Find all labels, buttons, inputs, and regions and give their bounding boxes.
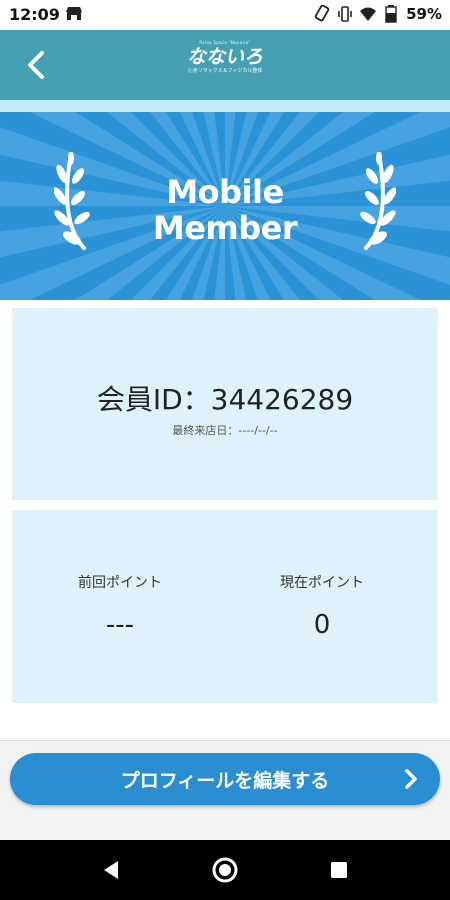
edit-profile-button[interactable]: プロフィールを編集する (10, 753, 440, 805)
status-time: 12:09 (9, 5, 60, 24)
logo-main-text: なないろ (186, 46, 263, 68)
battery-icon (385, 5, 397, 23)
previous-points-label: 前回ポイント (78, 575, 162, 591)
member-id-value: 34426289 (210, 383, 354, 416)
chevron-left-icon (28, 51, 44, 79)
store-icon (66, 7, 82, 20)
banner-title: Mobile Member (0, 174, 450, 246)
member-id-label: 会員ID： (96, 383, 211, 416)
app-logo: Relax Space "Nanairo" なないろ 心身リラックス＆フィジカル… (170, 40, 280, 90)
last-visit-label: 最終来店日： (172, 424, 239, 437)
wifi-icon (360, 7, 377, 21)
current-points-value: 0 (313, 610, 331, 640)
last-visit-row: 最終来店日：----/--/-- (12, 422, 438, 438)
battery-percent: 59% (406, 5, 442, 23)
current-points-label: 現在ポイント (280, 575, 364, 591)
logo-top-text: Relax Space "Nanairo" (199, 40, 251, 45)
header-underline (0, 100, 450, 112)
phone-rotate-icon (314, 5, 330, 22)
banner-title-line1: Mobile (166, 173, 284, 211)
nav-recents-icon[interactable] (330, 861, 348, 879)
app-header: Relax Space "Nanairo" なないろ 心身リラックス＆フィジカル… (0, 30, 450, 100)
mobile-member-banner: Mobile Member (0, 112, 450, 300)
chevron-right-icon (405, 769, 417, 789)
logo-sub-text: 心身リラックス＆フィジカル整体 (187, 68, 263, 74)
back-button[interactable] (20, 48, 52, 82)
bottom-action-area: プロフィールを編集する (0, 740, 450, 841)
member-id-row: 会員ID：34426289 (12, 383, 438, 417)
vibrate-icon (338, 6, 352, 22)
banner-title-line2: Member (152, 209, 298, 247)
status-bar: 12:09 59% (0, 0, 450, 30)
member-id-card: 会員ID：34426289 最終来店日：----/--/-- (12, 308, 438, 500)
nav-home-icon[interactable] (211, 856, 239, 884)
nav-back-icon[interactable] (100, 859, 122, 881)
system-nav-bar (0, 840, 450, 900)
last-visit-value: ----/--/-- (238, 424, 278, 437)
current-points: 現在ポイント 0 (222, 572, 422, 640)
status-icons: 59% (314, 5, 442, 23)
previous-points: 前回ポイント --- (20, 572, 220, 640)
previous-points-value: --- (105, 610, 135, 640)
edit-profile-label: プロフィールを編集する (120, 770, 330, 792)
points-card: 前回ポイント --- 現在ポイント 0 (12, 510, 438, 703)
